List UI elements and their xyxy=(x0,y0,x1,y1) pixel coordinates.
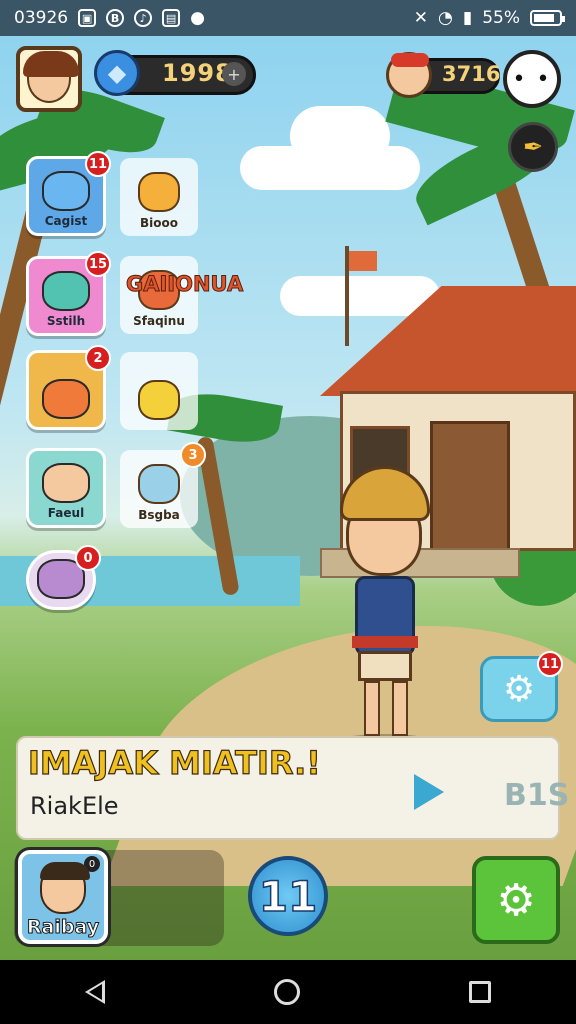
photo-icon: ▣ xyxy=(78,9,97,27)
play-icon[interactable] xyxy=(414,774,444,810)
flag xyxy=(349,251,377,271)
system-nav-bar xyxy=(0,960,576,1024)
player-character[interactable] xyxy=(330,466,440,750)
signal-icon: ▮ xyxy=(462,8,473,28)
notification-badge: 3 xyxy=(180,442,206,468)
side-card[interactable]: Bsgba 3 xyxy=(120,442,206,528)
menu-tile[interactable]: Faeul xyxy=(26,448,106,528)
wifi-icon: ◔ xyxy=(438,8,453,28)
tile-label: Cagist xyxy=(44,214,88,228)
level-button[interactable]: 11 xyxy=(248,856,328,936)
character-leg xyxy=(392,681,408,736)
ghost-icon[interactable]: • • xyxy=(503,50,561,108)
status-time: 03926 xyxy=(14,8,69,28)
gem-icon: ◆ xyxy=(94,50,140,96)
promo-title: GAIIONUA xyxy=(125,272,244,297)
menu-tile[interactable]: Cagist 11 xyxy=(26,151,111,236)
player-avatar[interactable] xyxy=(16,46,82,112)
tile-label: Sstilh xyxy=(46,314,86,328)
cloud xyxy=(290,106,390,166)
tile-art-icon xyxy=(42,379,90,419)
tile-art-icon xyxy=(42,171,90,211)
dialog-count: B1S xyxy=(504,778,570,813)
card-label: Bsgba xyxy=(138,508,180,522)
menu-tile[interactable]: Sstilh 15 xyxy=(26,251,111,336)
dot-icon: ● xyxy=(190,8,205,28)
coin-count: 3716 xyxy=(442,62,501,86)
cloud-settings-button[interactable]: ⚙ 11 xyxy=(480,651,563,722)
dialog-subtitle: RiakEle xyxy=(30,792,119,820)
card-label: Biooo xyxy=(140,216,178,230)
b-icon: B xyxy=(106,9,125,27)
character-shorts xyxy=(358,651,412,681)
menu-tile[interactable]: 0 xyxy=(26,545,101,610)
home-icon[interactable] xyxy=(273,979,300,1005)
hut-roof xyxy=(320,286,576,396)
notification-badge: 11 xyxy=(537,651,563,677)
friend-avatar-icon xyxy=(386,52,432,98)
notification-badge: 2 xyxy=(85,345,111,371)
menu-tile[interactable]: 2 xyxy=(26,345,111,430)
character-leg xyxy=(364,681,380,736)
image-icon: ▤ xyxy=(162,9,181,27)
character-belt xyxy=(352,636,418,648)
card-label: Sfaqinu xyxy=(133,314,185,328)
hut-door[interactable] xyxy=(430,421,510,551)
recents-icon[interactable] xyxy=(469,981,492,1003)
avatar-face xyxy=(23,51,79,103)
audio-icon: ♪ xyxy=(134,9,153,27)
notification-badge: 11 xyxy=(85,151,111,177)
back-icon[interactable] xyxy=(84,980,105,1004)
feather-icon[interactable]: ✒ xyxy=(508,122,558,172)
character-portrait xyxy=(40,862,90,914)
add-gems-button[interactable]: + xyxy=(222,62,246,86)
notification-badge: 15 xyxy=(85,251,111,277)
side-card[interactable] xyxy=(120,352,198,430)
notification-badge: 0 xyxy=(75,545,101,571)
character-name: Raibay xyxy=(26,916,100,939)
card-art-icon xyxy=(138,464,180,504)
tile-art-icon xyxy=(42,463,90,503)
status-bar: 03926 ▣ B ♪ ▤ ● ✕ ◔ ▮ 55% xyxy=(0,0,576,36)
battery-text: 55% xyxy=(482,8,520,28)
side-card[interactable]: Biooo xyxy=(120,158,198,236)
tile-label: Faeul xyxy=(47,506,85,520)
bottom-bar: 0 Raibay 11 ⚙ xyxy=(0,840,576,960)
battery-icon xyxy=(530,10,565,26)
card-art-icon xyxy=(138,380,180,420)
character-hat xyxy=(340,466,430,521)
dialog-title: IMAJAK MIATIR.! xyxy=(27,743,321,782)
dialog-box[interactable]: IMAJAK MIATIR.! RiakEle B1S xyxy=(16,736,569,840)
mute-icon: ✕ xyxy=(413,8,428,28)
card-art-icon xyxy=(138,172,180,212)
settings-gear-icon[interactable]: ⚙ xyxy=(472,856,560,944)
character-card[interactable]: 0 Raibay xyxy=(18,850,108,944)
tile-art-icon xyxy=(42,271,90,311)
